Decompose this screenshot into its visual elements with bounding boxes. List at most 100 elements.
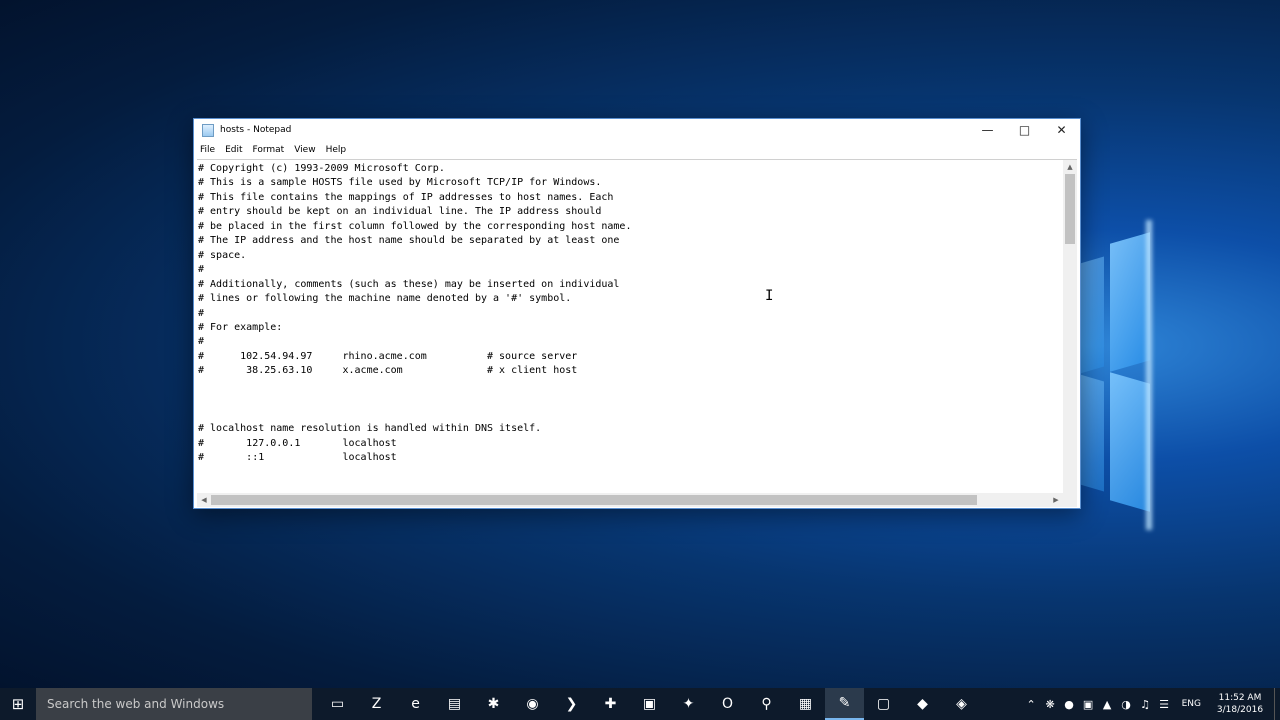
file-explorer-icon: ▤ bbox=[447, 696, 462, 712]
caption-buttons: — □ ✕ bbox=[969, 119, 1080, 141]
menu-help[interactable]: Help bbox=[326, 145, 347, 155]
taskbar-button[interactable]: ✚ bbox=[591, 688, 630, 720]
menu-file[interactable]: File bbox=[200, 145, 215, 155]
taskbar-button[interactable]: ✎ bbox=[825, 688, 864, 720]
taskbar-button[interactable]: ◉ bbox=[513, 688, 552, 720]
text-line: # 127.0.0.1 localhost bbox=[198, 437, 397, 449]
action-center-icon[interactable]: ☰ bbox=[1155, 698, 1174, 711]
text-cursor-icon: I bbox=[765, 288, 774, 304]
filezilla-icon: Z bbox=[371, 696, 382, 712]
text-editor[interactable]: # Copyright (c) 1993-2009 Microsoft Corp… bbox=[197, 159, 1077, 507]
notepad-icon: ✎ bbox=[838, 695, 851, 711]
start-button[interactable]: ⊞ bbox=[0, 688, 36, 720]
taskbar-button[interactable]: ▭ bbox=[318, 688, 357, 720]
scroll-up-icon[interactable]: ▲ bbox=[1063, 160, 1077, 174]
text-line: # localhost name resolution is handled w… bbox=[198, 423, 542, 435]
text-line bbox=[198, 379, 1064, 393]
text-line bbox=[198, 408, 1064, 422]
clock-time: 11:52 AM bbox=[1218, 693, 1262, 703]
minimize-button[interactable]: — bbox=[969, 119, 1006, 141]
search-box[interactable]: Search the web and Windows bbox=[36, 688, 312, 720]
scrollbar-corner bbox=[1063, 493, 1077, 507]
settings-tool-icon: ✱ bbox=[487, 696, 500, 712]
edge-icon: e bbox=[411, 696, 420, 712]
logo-pane bbox=[1110, 372, 1150, 512]
text-line: # 102.54.94.97 rhino.acme.com # source s… bbox=[198, 350, 578, 362]
text-line bbox=[198, 393, 1064, 407]
close-button[interactable]: ✕ bbox=[1043, 119, 1080, 141]
window-title: hosts - Notepad bbox=[220, 125, 292, 135]
vertical-scroll-thumb[interactable] bbox=[1065, 174, 1075, 244]
title-bar[interactable]: hosts - Notepad — □ ✕ bbox=[194, 119, 1080, 141]
logo-light-beam bbox=[1146, 220, 1152, 530]
wifi-icon[interactable]: ◑ bbox=[1117, 698, 1136, 711]
text-line: # space. bbox=[198, 249, 247, 261]
logo-pane bbox=[1110, 232, 1150, 372]
taskbar-button[interactable]: e bbox=[396, 688, 435, 720]
taskbar-button[interactable]: ✦ bbox=[669, 688, 708, 720]
show-hidden-icons-icon[interactable]: ⌃ bbox=[1022, 698, 1041, 711]
text-line: # This file contains the mappings of IP … bbox=[198, 191, 614, 203]
tray-app-icon[interactable]: ▲ bbox=[1098, 698, 1117, 711]
notepad-window: hosts - Notepad — □ ✕ File Edit Format V… bbox=[193, 118, 1081, 509]
desktop-windows-logo bbox=[1080, 200, 1280, 560]
system-tray: ⌃ ❋ ● ▣ ▲ ◑ ♫ ☰ ENG 11:52 AM 3/18/2016 bbox=[1022, 688, 1280, 720]
notepad-app-icon[interactable] bbox=[202, 123, 214, 137]
show-desktop-button[interactable] bbox=[1274, 688, 1280, 720]
taskbar-button[interactable]: Z bbox=[357, 688, 396, 720]
network-tool-icon: ✚ bbox=[604, 696, 617, 712]
horizontal-scrollbar[interactable]: ◀ ▶ bbox=[197, 493, 1063, 507]
text-line: # bbox=[198, 307, 205, 319]
tray-app-icon[interactable]: ▣ bbox=[1079, 698, 1098, 711]
text-line: # The IP address and the host name shoul… bbox=[198, 235, 620, 247]
text-line: # bbox=[198, 264, 205, 276]
close-icon: ✕ bbox=[1056, 123, 1067, 137]
powershell-icon: ❯ bbox=[565, 696, 578, 712]
text-line: # Copyright (c) 1993-2009 Microsoft Corp… bbox=[198, 163, 445, 174]
taskbar-button[interactable]: ⚲ bbox=[747, 688, 786, 720]
calculator-icon: ▦ bbox=[798, 696, 813, 712]
taskbar-button[interactable]: O bbox=[708, 688, 747, 720]
text-line: # This is a sample HOSTS file used by Mi… bbox=[198, 177, 602, 189]
app-icon-1: ◆ bbox=[917, 696, 928, 712]
monitor-icon: ▢ bbox=[876, 696, 891, 712]
vertical-scrollbar[interactable]: ▲ bbox=[1063, 160, 1077, 494]
taskbar-button[interactable]: ✱ bbox=[474, 688, 513, 720]
taskbar-apps: ▭ Ze ▤ ✱ ◉ ❯ ✚ ▣ ✦ O ⚲ ▦ ✎ ▢ ◆ ◈ bbox=[318, 688, 981, 720]
taskbar-button[interactable]: ▤ bbox=[435, 688, 474, 720]
windows-logo-icon: ⊞ bbox=[11, 695, 25, 713]
utility-icon: ✦ bbox=[682, 696, 695, 712]
menu-edit[interactable]: Edit bbox=[225, 145, 242, 155]
taskbar-button[interactable]: ❯ bbox=[552, 688, 591, 720]
outlook-icon: O bbox=[721, 696, 734, 712]
search-placeholder: Search the web and Windows bbox=[47, 697, 225, 711]
remote-desktop-icon: ▣ bbox=[642, 696, 657, 712]
logo-pane bbox=[1080, 256, 1104, 374]
menu-view[interactable]: View bbox=[294, 145, 315, 155]
maximize-icon: □ bbox=[1018, 123, 1031, 137]
taskbar: ⊞ Search the web and Windows ▭ Ze ▤ ✱ ◉ ❯ ✚ ▣ ✦ O… bbox=[0, 688, 1280, 720]
taskbar-button[interactable]: ◈ bbox=[942, 688, 981, 720]
taskbar-button[interactable]: ▢ bbox=[864, 688, 903, 720]
chrome-icon: ◉ bbox=[526, 696, 539, 712]
scroll-right-icon[interactable]: ▶ bbox=[1049, 493, 1063, 507]
scroll-left-icon[interactable]: ◀ bbox=[197, 493, 211, 507]
menu-format[interactable]: Format bbox=[253, 145, 285, 155]
tray-app-icon[interactable]: ❋ bbox=[1041, 698, 1060, 711]
task-view-icon: ▭ bbox=[330, 696, 345, 712]
text-line: # bbox=[198, 336, 205, 348]
taskbar-button[interactable]: ▦ bbox=[786, 688, 825, 720]
tray-app-icon[interactable]: ● bbox=[1060, 698, 1079, 711]
text-line: # 38.25.63.10 x.acme.com # x client host bbox=[198, 365, 578, 377]
language-indicator[interactable]: ENG bbox=[1182, 699, 1201, 709]
volume-icon[interactable]: ♫ bbox=[1136, 698, 1155, 711]
document-text[interactable]: # Copyright (c) 1993-2009 Microsoft Corp… bbox=[198, 162, 1064, 492]
taskbar-button[interactable]: ▣ bbox=[630, 688, 669, 720]
clock[interactable]: 11:52 AM 3/18/2016 bbox=[1209, 692, 1271, 716]
maximize-button[interactable]: □ bbox=[1006, 119, 1043, 141]
text-line: # ::1 localhost bbox=[198, 452, 397, 464]
horizontal-scroll-thumb[interactable] bbox=[211, 495, 977, 505]
menu-bar: File Edit Format View Help bbox=[194, 141, 1080, 158]
taskbar-button[interactable]: ◆ bbox=[903, 688, 942, 720]
text-line: # lines or following the machine name de… bbox=[198, 293, 572, 305]
